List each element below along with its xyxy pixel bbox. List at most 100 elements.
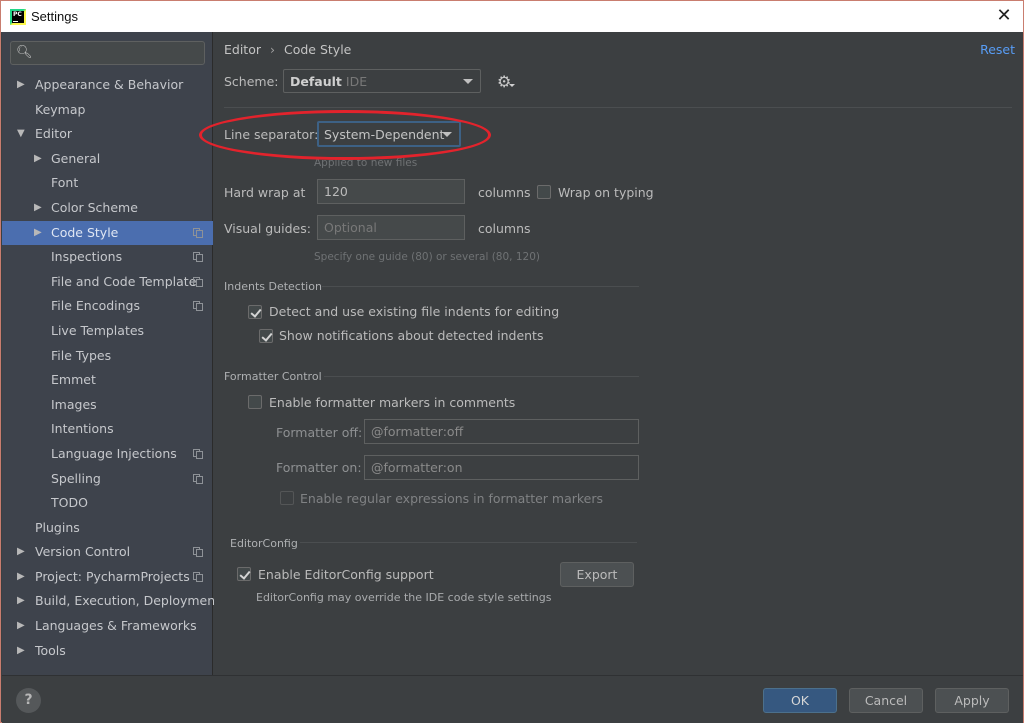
project-settings-icon — [193, 276, 203, 287]
formatter-regex-checkbox[interactable] — [280, 491, 294, 505]
enable-editorconfig-checkbox[interactable] — [237, 567, 251, 581]
sidebar-item-file-and-code-templates[interactable]: File and Code Templates — [2, 270, 213, 295]
breadcrumb-item-editor[interactable]: Editor — [224, 42, 261, 57]
formatter-regex-label[interactable]: Enable regular expressions in formatter … — [300, 491, 603, 506]
sidebar-item-languages-frameworks[interactable]: ▶ Languages & Frameworks — [2, 614, 213, 639]
sidebar-item-label: Language Injections — [51, 445, 177, 461]
editorconfig-note: EditorConfig may override the IDE code s… — [256, 591, 552, 604]
expand-right-icon[interactable]: ▶ — [34, 147, 42, 172]
sidebar-search[interactable]: 🔍︎ — [10, 41, 205, 65]
sidebar-item-live-templates[interactable]: Live Templates — [2, 319, 213, 344]
export-button[interactable]: Export — [560, 562, 634, 587]
formatter-off-field[interactable] — [364, 419, 639, 444]
dialog-footer: ? OK Cancel Apply — [2, 675, 1023, 723]
sidebar-item-font[interactable]: Font — [2, 171, 213, 196]
detect-indents-checkbox[interactable] — [248, 305, 262, 319]
expand-right-icon[interactable]: ▶ — [34, 221, 42, 246]
enable-formatter-markers-checkbox[interactable] — [248, 395, 262, 409]
apply-button[interactable]: Apply — [935, 688, 1009, 713]
sidebar-item-label: General — [51, 150, 101, 166]
scheme-qualifier: IDE — [345, 74, 368, 89]
sidebar-item-emmet[interactable]: Emmet — [2, 368, 213, 393]
enable-editorconfig-label[interactable]: Enable EditorConfig support — [258, 567, 434, 582]
sidebar-item-appearance-behavior[interactable]: ▶ Appearance & Behavior — [2, 73, 213, 98]
show-notifications-checkbox[interactable] — [259, 329, 273, 343]
sidebar-item-label: Plugins — [35, 519, 80, 535]
wrap-on-typing-label[interactable]: Wrap on typing — [558, 185, 654, 200]
sidebar-item-file-encodings[interactable]: File Encodings — [2, 294, 213, 319]
line-separator-value: System-Dependent — [324, 127, 445, 142]
expand-right-icon[interactable]: ▶ — [17, 589, 25, 614]
sidebar-item-plugins[interactable]: Plugins — [2, 516, 213, 541]
code-style-panel: Editor › Code Style Reset Scheme: Default I… — [214, 32, 1023, 675]
cancel-button[interactable]: Cancel — [849, 688, 923, 713]
sidebar-item-label: Spelling — [51, 470, 101, 486]
project-settings-icon — [193, 547, 203, 558]
hard-wrap-input[interactable] — [324, 183, 458, 200]
sidebar-item-build-execution-deployment[interactable]: ▶ Build, Execution, Deployment — [2, 589, 220, 614]
sidebar-item-color-scheme[interactable]: ▶ Color Scheme — [2, 196, 213, 221]
sidebar-item-label: Inspections — [51, 249, 123, 265]
sidebar-item-general[interactable]: ▶ General — [2, 147, 213, 172]
sidebar-item-label: File and Code Templates — [51, 273, 203, 289]
expand-right-icon[interactable]: ▶ — [17, 614, 25, 639]
window-title: Settings — [31, 9, 78, 24]
expand-right-icon[interactable]: ▶ — [34, 196, 42, 221]
expand-right-icon[interactable]: ▶ — [17, 639, 25, 664]
sidebar-item-tools[interactable]: ▶ Tools — [2, 639, 213, 664]
sidebar-item-label: Appearance & Behavior — [35, 77, 184, 92]
hard-wrap-field[interactable] — [317, 179, 465, 204]
scheme-actions-button[interactable]: ⚙ — [497, 72, 517, 92]
help-button[interactable]: ? — [16, 688, 41, 713]
sidebar-item-spelling[interactable]: Spelling — [2, 467, 213, 492]
formatter-on-input[interactable] — [371, 459, 632, 476]
visual-guides-units: columns — [478, 221, 531, 236]
sidebar-item-file-types[interactable]: File Types — [2, 344, 213, 369]
sidebar-item-label: File Encodings — [51, 298, 141, 314]
sidebar-item-label: Intentions — [51, 421, 114, 437]
sidebar-item-intentions[interactable]: Intentions — [2, 417, 213, 442]
caret-down-icon — [509, 84, 515, 87]
sidebar-item-project-pycharmprojects[interactable]: ▶ Project: PycharmProjects — [2, 565, 213, 590]
title-bar: PC Settings ✕ — [1, 1, 1023, 32]
visual-guides-field[interactable] — [317, 215, 465, 240]
sidebar-item-editor[interactable]: ▼ Editor — [2, 122, 213, 147]
scheme-dropdown[interactable]: Default IDE — [283, 69, 481, 93]
close-button[interactable]: ✕ — [993, 5, 1015, 27]
sidebar-item-label: TODO — [51, 495, 88, 511]
sidebar-item-language-injections[interactable]: Language Injections — [2, 442, 213, 467]
sidebar-item-todo[interactable]: TODO — [2, 491, 213, 516]
enable-formatter-markers-label[interactable]: Enable formatter markers in comments — [269, 395, 515, 410]
sidebar-item-images[interactable]: Images — [2, 393, 213, 418]
sidebar-item-label: Tools — [35, 642, 66, 658]
expand-right-icon[interactable]: ▶ — [17, 73, 25, 98]
visual-guides-input[interactable] — [324, 219, 458, 236]
pycharm-logo-icon: PC — [10, 9, 26, 25]
sidebar-item-label: File Types — [51, 347, 112, 363]
section-divider — [324, 376, 639, 377]
chevron-down-icon — [442, 132, 452, 137]
project-settings-icon — [193, 571, 203, 582]
hard-wrap-units: columns — [478, 185, 531, 200]
formatter-on-field[interactable] — [364, 455, 639, 480]
expand-down-icon[interactable]: ▼ — [17, 122, 25, 147]
show-notifications-label[interactable]: Show notifications about detected indent… — [279, 328, 543, 343]
detect-indents-label[interactable]: Detect and use existing file indents for… — [269, 304, 559, 319]
line-separator-dropdown[interactable]: System-Dependent — [317, 121, 461, 147]
divider — [224, 107, 1012, 108]
sidebar-item-label: Images — [51, 396, 97, 412]
formatter-off-input[interactable] — [371, 423, 632, 440]
project-settings-icon — [193, 227, 203, 238]
expand-right-icon[interactable]: ▶ — [17, 540, 25, 565]
search-input[interactable] — [37, 44, 197, 62]
expand-right-icon[interactable]: ▶ — [17, 565, 25, 590]
search-icon[interactable]: 🔍︎ — [16, 45, 33, 60]
scheme-value: Default — [290, 74, 342, 89]
sidebar-item-inspections[interactable]: Inspections — [2, 245, 213, 270]
wrap-on-typing-checkbox[interactable] — [537, 185, 551, 199]
sidebar-item-code-style[interactable]: ▶ Code Style — [2, 220, 213, 246]
sidebar-item-version-control[interactable]: ▶ Version Control — [2, 540, 213, 565]
sidebar-item-keymap[interactable]: Keymap — [2, 98, 213, 123]
ok-button[interactable]: OK — [763, 688, 837, 713]
reset-link[interactable]: Reset — [980, 42, 1015, 57]
